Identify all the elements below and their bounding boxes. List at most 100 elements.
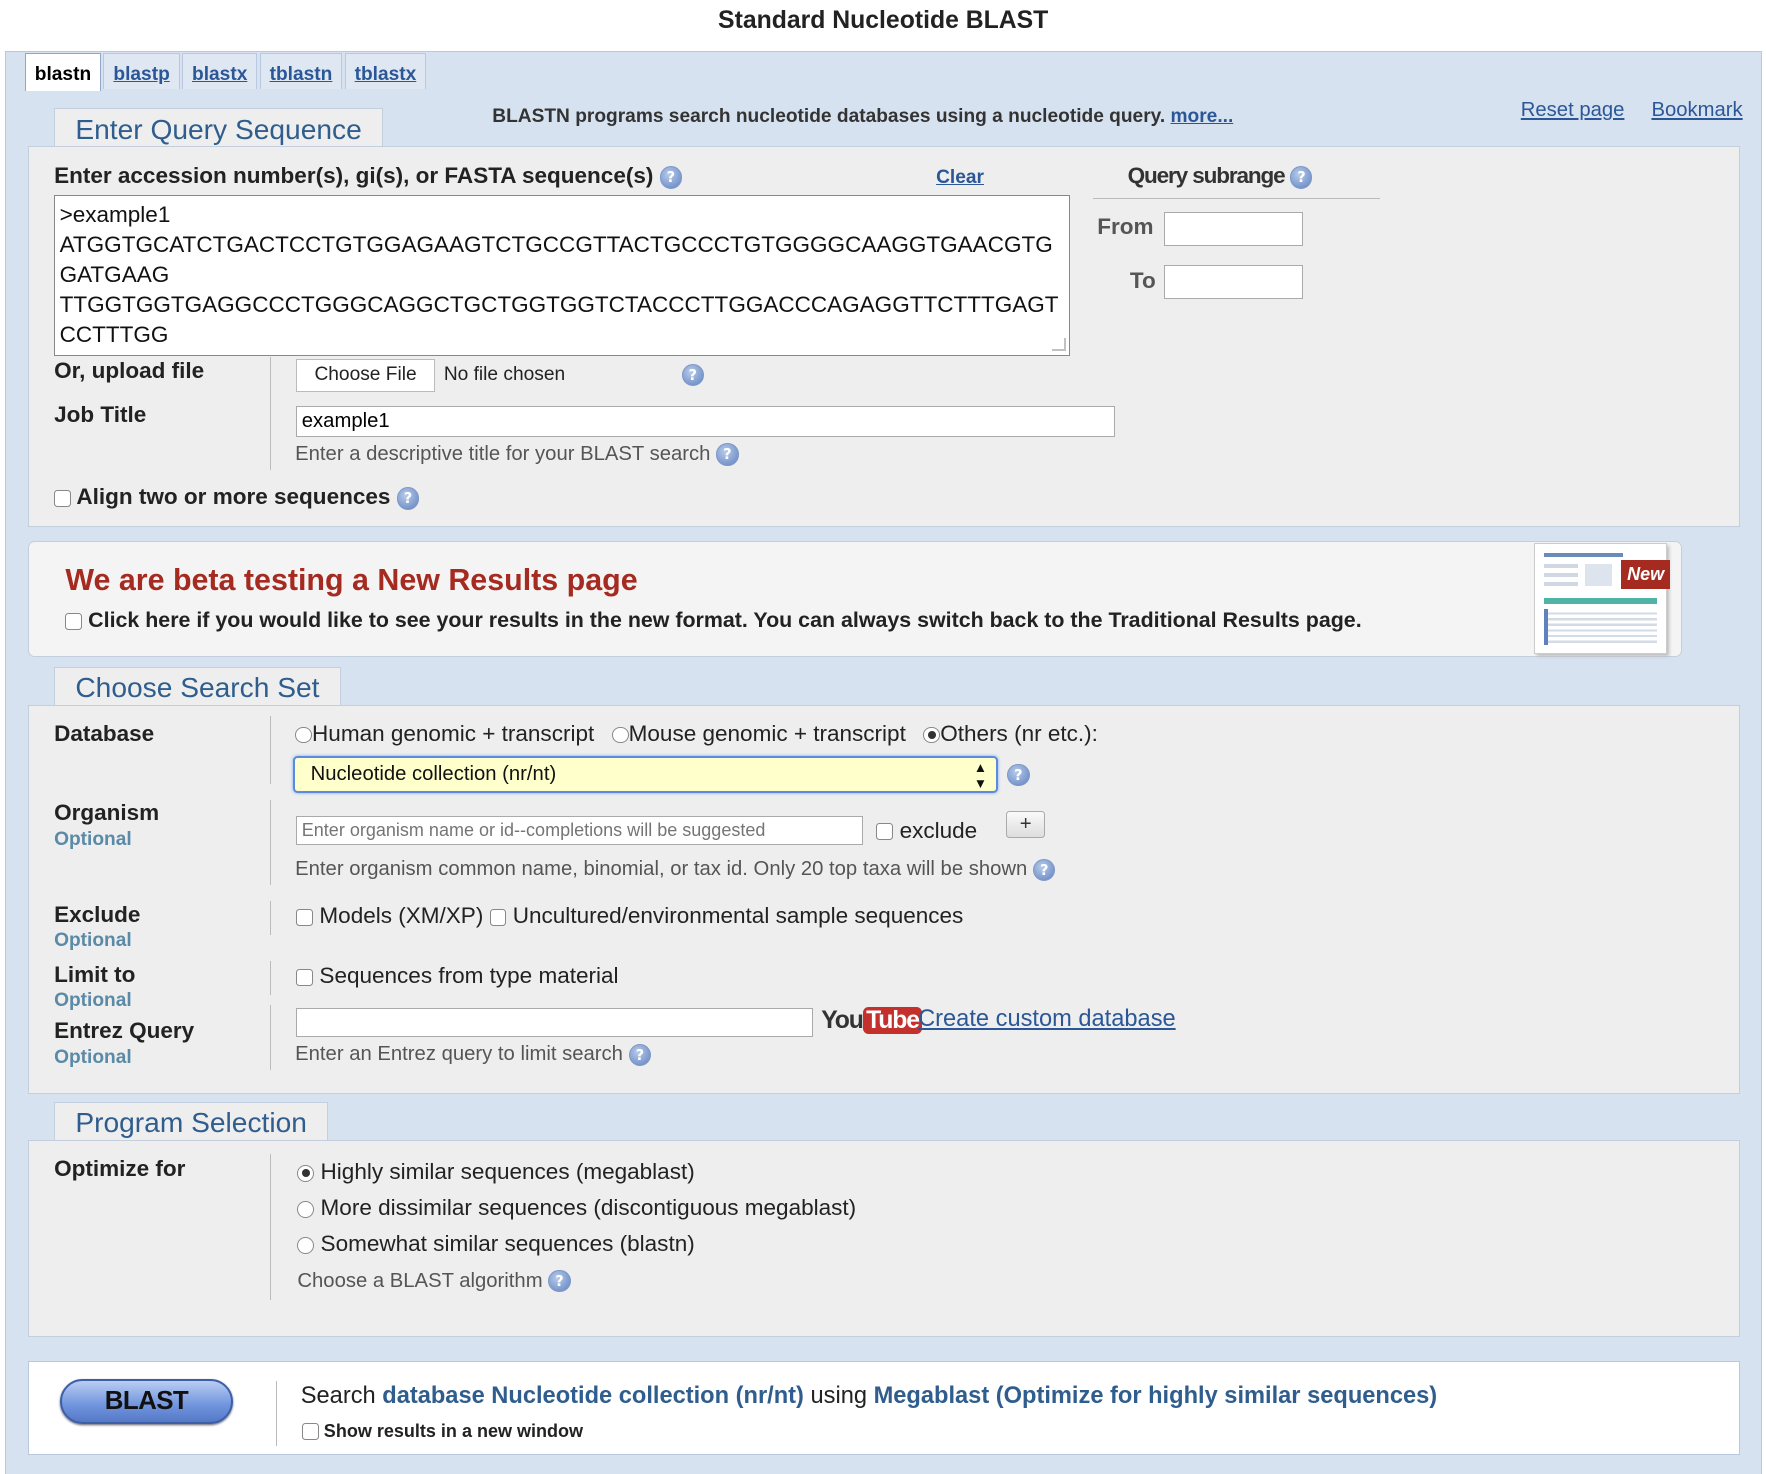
database-select[interactable]: Nucleotide collection (nr/nt) ▲ ▼	[292, 755, 999, 794]
blast-submit-button[interactable]: BLAST	[59, 1378, 234, 1424]
query-sequence-textarea[interactable]: >example1 ATGGTGCATCTGACTCCTGTGGAGAAGTCT…	[54, 194, 1071, 356]
choose-file-button[interactable]: Choose File	[296, 359, 435, 392]
database-select-value: Nucleotide collection (nr/nt)	[310, 762, 557, 785]
description-text: BLASTN programs search nucleotide databa…	[492, 105, 1166, 127]
db-option-mouse: Mouse genomic + transcript	[628, 720, 906, 746]
type-material-checkbox[interactable]	[296, 968, 314, 986]
blastn-radio[interactable]	[297, 1236, 315, 1254]
optimize-for-label: Optimize for	[54, 1155, 186, 1181]
exclude-models-checkbox[interactable]	[296, 909, 314, 926]
youtube-logo-icon[interactable]: You Tube	[821, 1005, 923, 1037]
entrez-optional: Optional	[54, 1046, 132, 1068]
tab-tblastx[interactable]: tblastx	[344, 52, 427, 89]
label-separator	[275, 1381, 277, 1447]
new-window-label: Show results in a new window	[323, 1420, 584, 1441]
algorithm-hint: Choose a BLAST algorithm ?	[297, 1269, 571, 1293]
tab-tblastn[interactable]: tblastn	[259, 52, 343, 89]
job-title-hint-text: Enter a descriptive title for your BLAST…	[295, 442, 711, 465]
organism-hint: Enter organism common name, binomial, or…	[295, 858, 1056, 882]
page-title: Standard Nucleotide BLAST	[718, 6, 1049, 34]
db-radio-others[interactable]	[923, 726, 941, 744]
add-organism-button[interactable]: +	[1005, 811, 1046, 839]
youtube-tube: Tube	[862, 1006, 923, 1034]
help-icon[interactable]: ?	[628, 1043, 652, 1067]
job-title-input[interactable]	[296, 405, 1116, 438]
create-custom-database-link[interactable]: Create custom database	[918, 1006, 1176, 1033]
new-window-row: Show results in a new window	[301, 1420, 584, 1442]
db-radio-human[interactable]	[295, 726, 313, 744]
help-icon[interactable]: ?	[1289, 166, 1313, 189]
to-label: To	[1129, 268, 1156, 294]
resize-handle-icon[interactable]	[1052, 337, 1066, 352]
job-title-label: Job Title	[54, 402, 147, 428]
organism-input[interactable]	[296, 815, 863, 845]
help-icon[interactable]: ?	[716, 443, 739, 466]
label-separator	[270, 1004, 272, 1071]
exclude-uncultured-label: Uncultured/environmental sample sequence…	[512, 903, 964, 929]
db-option-others: Others (nr etc.):	[940, 720, 1098, 746]
query-legend: Enter Query Sequence	[54, 108, 384, 149]
new-badge: New	[1620, 559, 1671, 590]
new-format-checkbox[interactable]	[65, 613, 83, 631]
align-sequences-checkbox[interactable]	[54, 489, 71, 507]
help-icon[interactable]: ?	[1032, 858, 1056, 882]
label-separator	[270, 901, 272, 935]
db-option-human: Human genomic + transcript	[312, 720, 595, 746]
from-label: From	[1097, 214, 1154, 240]
limit-to-label: Limit to	[54, 962, 136, 988]
help-icon[interactable]: ?	[396, 487, 420, 510]
organism-label: Organism	[54, 799, 160, 825]
label-separator	[270, 799, 272, 886]
job-title-hint: Enter a descriptive title for your BLAST…	[295, 442, 739, 466]
database-options: Human genomic + transcript Mouse genomic…	[295, 721, 1098, 747]
db-radio-mouse[interactable]	[611, 726, 629, 744]
exclude-optional: Optional	[54, 930, 132, 952]
select-arrows-icon: ▲ ▼	[973, 760, 988, 791]
clear-link[interactable]: Clear	[936, 167, 984, 189]
new-format-label: Click here if you would like to see your…	[88, 608, 1362, 633]
tab-blastn[interactable]: blastn	[24, 52, 102, 92]
more-link[interactable]: more...	[1171, 106, 1234, 127]
no-file-text: No file chosen	[443, 363, 566, 385]
label-separator	[270, 1153, 272, 1300]
tab-blastp[interactable]: blastp	[103, 52, 180, 89]
limit-to-row: Sequences from type material	[296, 963, 619, 989]
program-option-blastn: Somewhat similar sequences (blastn)	[297, 1231, 695, 1257]
megablast-radio[interactable]	[297, 1164, 315, 1182]
help-icon[interactable]: ?	[659, 166, 683, 189]
from-input[interactable]	[1163, 211, 1304, 246]
discontiguous-megablast-radio[interactable]	[297, 1200, 315, 1218]
query-label-text: Enter accession number(s), gi(s), or FAS…	[54, 163, 654, 189]
entrez-hint: Enter an Entrez query to limit search ?	[295, 1043, 652, 1067]
organism-hint-text: Enter organism common name, binomial, or…	[295, 858, 1028, 881]
exclude-label: Exclude	[54, 902, 141, 928]
entrez-query-label: Entrez Query	[54, 1018, 195, 1044]
blastn-label: Somewhat similar sequences (blastn)	[320, 1231, 695, 1257]
organism-exclude-label: exclude	[899, 817, 978, 843]
megablast-label: Highly similar sequences (megablast)	[320, 1159, 695, 1185]
to-input[interactable]	[1163, 264, 1304, 299]
entrez-query-input[interactable]	[296, 1008, 814, 1038]
program-legend: Program Selection	[54, 1101, 329, 1143]
label-separator	[270, 716, 272, 785]
limit-to-optional: Optional	[54, 990, 132, 1012]
exclude-uncultured-checkbox[interactable]	[489, 909, 507, 926]
tab-blastx[interactable]: blastx	[182, 52, 258, 89]
help-icon[interactable]: ?	[548, 1269, 571, 1293]
new-results-preview-image[interactable]: New	[1534, 542, 1671, 655]
organism-exclude-checkbox[interactable]	[876, 823, 894, 841]
reset-page-link[interactable]: Reset page	[1521, 99, 1625, 122]
youtube-you: You	[821, 1006, 864, 1034]
label-separator	[270, 960, 272, 995]
search-database: database Nucleotide collection (nr/nt)	[382, 1383, 804, 1410]
new-window-checkbox[interactable]	[301, 1423, 319, 1441]
program-description: BLASTN programs search nucleotide databa…	[492, 106, 1233, 128]
help-icon[interactable]: ?	[1007, 763, 1030, 787]
label-separator	[270, 357, 272, 470]
query-subrange-text: Query subrange	[1127, 163, 1286, 189]
bookmark-link[interactable]: Bookmark	[1651, 99, 1742, 122]
search-prefix: Search	[300, 1383, 376, 1410]
query-label: Enter accession number(s), gi(s), or FAS…	[54, 163, 683, 189]
exclude-options: Models (XM/XP) Uncultured/environmental …	[296, 903, 963, 929]
upload-label: Or, upload file	[54, 358, 205, 384]
